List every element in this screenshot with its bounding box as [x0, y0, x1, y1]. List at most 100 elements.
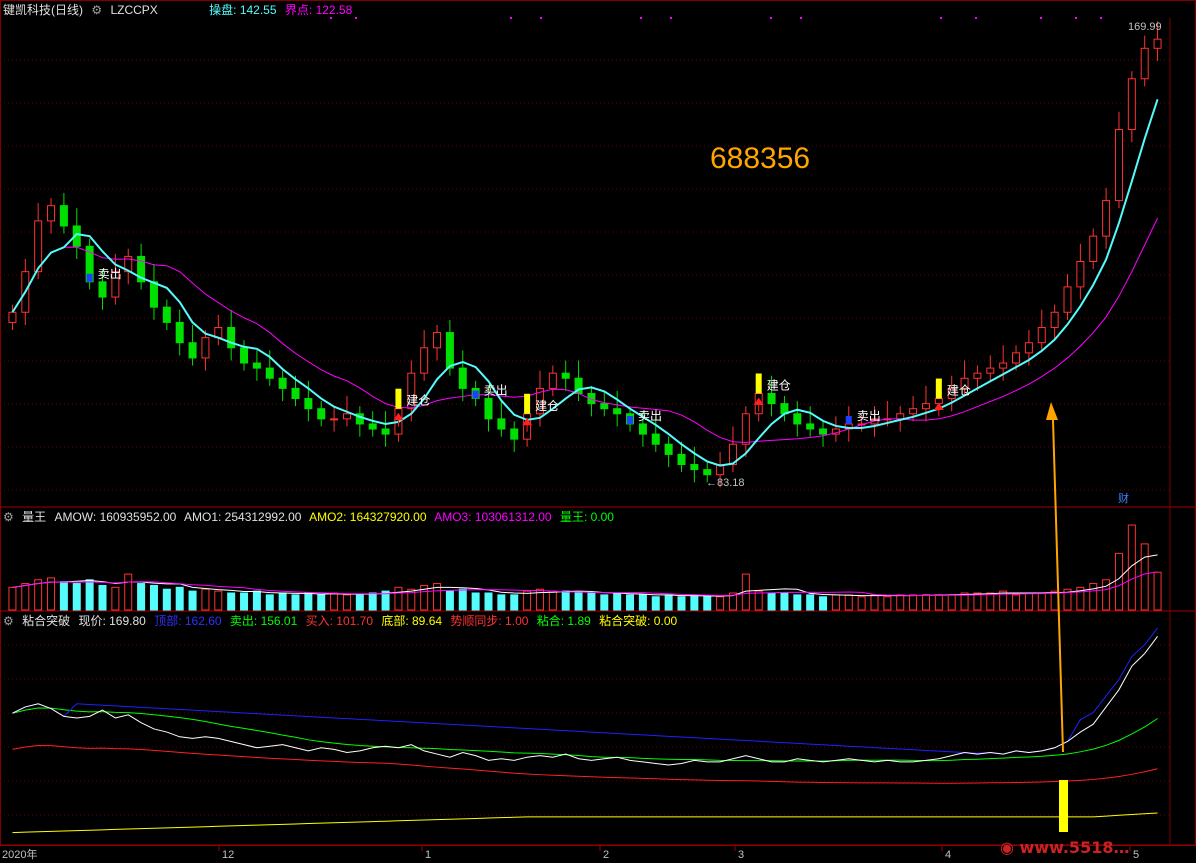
- volume-bar: [921, 594, 930, 611]
- volume-bar: [1089, 583, 1098, 611]
- volume-bar: [574, 592, 583, 611]
- volume-bar: [767, 592, 776, 611]
- stock-chart: 卖出建仓卖出建仓卖出建仓卖出建仓688356169.99←83.18财2020年…: [0, 0, 1196, 861]
- volume-bar: [368, 592, 377, 611]
- amo1: AMO1: 254312992.00: [184, 510, 302, 524]
- volume-bar: [1140, 543, 1149, 611]
- jiedian-value: 122.58: [315, 3, 353, 17]
- dot-marker: [330, 17, 332, 19]
- ma-short-line: [11, 98, 1159, 467]
- candle-body: [304, 398, 313, 410]
- candle-body: [510, 428, 519, 440]
- candle-body: [921, 403, 930, 410]
- gear-icon[interactable]: ⚙: [3, 614, 14, 628]
- signal-label: 卖出: [98, 267, 122, 281]
- candle-body: [188, 342, 197, 359]
- candle-body: [1012, 352, 1021, 364]
- candle-body: [677, 453, 686, 466]
- volume-bar: [72, 583, 81, 611]
- candle-body: [317, 408, 326, 420]
- gear-icon[interactable]: ⚙: [3, 510, 14, 524]
- candle-body: [420, 347, 429, 374]
- gear-icon[interactable]: ⚙: [91, 3, 102, 17]
- volume-bar: [458, 588, 467, 611]
- candle-body: [741, 413, 750, 445]
- candle-body: [767, 392, 776, 405]
- main-header: 键凯科技(日线) ⚙ LZCCPX 操盘: 142.55 界点: 122.58: [3, 3, 353, 17]
- volume-bar: [484, 592, 493, 611]
- candle-body: [484, 398, 493, 420]
- vol-name[interactable]: 量王: [22, 510, 46, 524]
- breakout-bar: [1059, 780, 1068, 832]
- volume-bar: [1114, 552, 1123, 611]
- volume-bar: [330, 592, 339, 611]
- volume-bar: [561, 590, 570, 611]
- volume-bar: [1037, 592, 1046, 611]
- candle-body: [909, 408, 918, 415]
- x-tick-label: 3: [738, 849, 744, 861]
- jiedian-label: 界点: [284, 3, 309, 17]
- signal-bar: [472, 390, 479, 399]
- candle-body: [651, 433, 660, 445]
- x-tick-label: 2: [603, 849, 609, 861]
- dingbu: 顶部: 162.60: [154, 614, 222, 628]
- volume-bar: [844, 594, 853, 611]
- nhtp: 粘合突破: 0.00: [599, 614, 678, 628]
- up-arrow: [933, 402, 944, 417]
- ind-name[interactable]: 粘合突破: [22, 614, 70, 628]
- candle-body: [1102, 200, 1111, 237]
- candle-body: [793, 413, 802, 425]
- volume-bar: [806, 594, 815, 611]
- dot-marker: [355, 17, 357, 19]
- ind-header: ⚙ 粘合突破 现价: 169.80 顶部: 162.60 卖出: 156.01 …: [3, 614, 682, 628]
- volume-bar: [1012, 594, 1021, 611]
- volume-bar: [278, 592, 287, 611]
- volume-bar: [497, 594, 506, 611]
- candle-body: [201, 337, 210, 359]
- volume-bar: [98, 584, 107, 611]
- signal-bar: [86, 273, 93, 282]
- signal-bar: [755, 373, 762, 394]
- volume-bar: [1024, 592, 1033, 611]
- buy-line: [12, 745, 1158, 784]
- volume-bar: [175, 586, 184, 611]
- caopan-label: 操盘: [209, 3, 234, 17]
- volume-bar: [8, 586, 17, 611]
- candle-body: [162, 306, 171, 323]
- candle-body: [445, 332, 454, 369]
- vol-ma-line: [12, 571, 1158, 596]
- candle-body: [265, 367, 274, 379]
- volume-bar: [934, 594, 943, 611]
- dot-marker: [1075, 17, 1077, 19]
- volume-bar: [638, 594, 647, 611]
- volume-bar: [137, 583, 146, 611]
- volume-bar: [947, 594, 956, 611]
- signal-label: 卖出: [484, 384, 508, 398]
- low-label: ←83.18: [706, 477, 745, 489]
- volume-bar: [85, 579, 94, 611]
- volume-bar: [664, 594, 673, 611]
- candle-body: [1037, 326, 1046, 344]
- volume-bar: [548, 590, 557, 611]
- volume-bar: [703, 596, 712, 611]
- candle-body: [98, 281, 107, 298]
- candle-body: [252, 362, 261, 369]
- stock-title[interactable]: 键凯科技(日线): [3, 3, 83, 17]
- shishun: 势顺同步: 1.00: [450, 614, 529, 628]
- signal-label: 建仓: [947, 384, 971, 398]
- signal-bar: [627, 415, 634, 424]
- signal-bar: [524, 393, 531, 414]
- dot-marker: [940, 17, 942, 19]
- dot-marker: [1040, 17, 1042, 19]
- candle-body: [1050, 311, 1059, 328]
- candle-body: [1063, 286, 1072, 313]
- indicator-name[interactable]: LZCCPX: [110, 3, 157, 17]
- candle-body: [291, 387, 300, 400]
- cai-label: 财: [1118, 491, 1129, 505]
- dot-marker: [540, 17, 542, 19]
- maichu: 卖出: 156.01: [229, 614, 298, 628]
- candle-body: [330, 418, 339, 421]
- volume-bar: [780, 592, 789, 611]
- candle-body: [47, 205, 56, 222]
- candle-body: [1127, 78, 1136, 131]
